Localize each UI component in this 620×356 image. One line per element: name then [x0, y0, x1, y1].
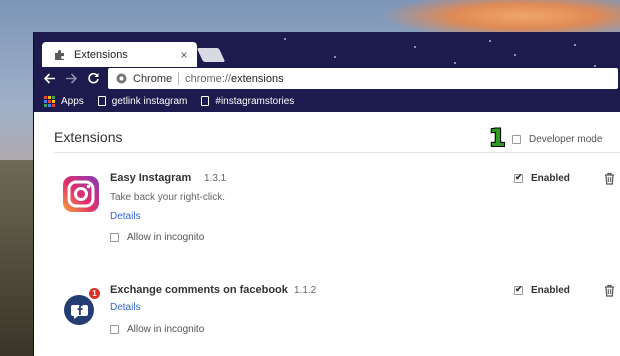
enabled-checkbox[interactable] — [514, 284, 523, 295]
reload-icon — [87, 72, 99, 84]
extension-version: 1.3.1 — [204, 173, 227, 184]
extension-icon: 1 — [62, 287, 101, 328]
back-arrow-icon — [43, 73, 55, 84]
bookmarks-bar: Apps getlink instagram #instagramstories — [34, 92, 620, 110]
bookmark-label: #instagramstories — [215, 95, 295, 107]
tab-title: Extensions — [74, 48, 128, 61]
step-annotation: 1 — [489, 124, 506, 152]
notification-badge: 1 — [88, 287, 101, 300]
developer-mode-toggle[interactable]: Developer mode — [512, 134, 602, 145]
bookmark-instagramstories[interactable]: #instagramstories — [201, 96, 294, 107]
allow-incognito-label: Allow in incognito — [127, 324, 205, 335]
enabled-checkbox[interactable] — [514, 172, 523, 183]
enabled-label: Enabled — [531, 173, 570, 184]
tab-close-icon[interactable]: × — [177, 48, 191, 62]
details-link[interactable]: Details — [110, 211, 141, 222]
allow-incognito-option[interactable]: Allow in incognito — [110, 232, 204, 243]
extension-description: Take back your right-click. — [110, 192, 226, 203]
extension-name: Exchange comments on facebook — [110, 284, 288, 296]
extensions-page: Extensions 1 Developer mode Easy Instagr… — [34, 112, 620, 356]
extension-version: 1.1.2 — [294, 285, 317, 296]
allow-incognito-label: Allow in incognito — [127, 232, 205, 243]
page-title: Extensions — [54, 129, 123, 145]
enabled-label: Enabled — [531, 285, 570, 296]
forward-button[interactable] — [60, 68, 82, 90]
instagram-icon — [63, 176, 99, 212]
forward-arrow-icon — [65, 73, 77, 84]
trash-icon[interactable] — [604, 172, 615, 185]
address-bar[interactable]: Chrome chrome://extensions — [108, 68, 618, 89]
details-link[interactable]: Details — [110, 302, 141, 313]
omnibox-separator — [178, 72, 180, 85]
developer-mode-label: Developer mode — [529, 134, 603, 145]
puzzle-piece-icon — [55, 49, 64, 60]
enabled-toggle[interactable]: Enabled — [514, 172, 570, 184]
toolbar: Chrome chrome://extensions — [34, 67, 620, 90]
omnibox-chip-label: Chrome — [133, 72, 173, 85]
allow-incognito-checkbox[interactable] — [110, 325, 119, 334]
page-icon — [97, 96, 106, 106]
extension-name: Easy Instagram — [110, 172, 192, 184]
enabled-toggle[interactable]: Enabled — [514, 284, 570, 296]
chrome-icon — [116, 73, 127, 84]
apps-grid-icon — [44, 95, 55, 107]
bookmark-label: Apps — [61, 95, 84, 107]
url-path: extensions — [230, 72, 284, 85]
tab-extensions[interactable]: Extensions × — [42, 42, 197, 67]
page-icon — [201, 96, 210, 106]
url-text: chrome://extensions — [185, 73, 283, 85]
allow-incognito-option[interactable]: Allow in incognito — [110, 324, 204, 335]
back-button[interactable] — [38, 68, 60, 90]
trash-icon[interactable] — [604, 284, 615, 297]
reload-button[interactable] — [82, 68, 104, 90]
allow-incognito-checkbox[interactable] — [110, 233, 119, 242]
developer-mode-checkbox[interactable] — [512, 135, 521, 144]
bookmark-label: getlink instagram — [111, 95, 188, 107]
bookmark-apps[interactable]: Apps — [34, 95, 84, 107]
browser-window: Extensions × Chrome chrome://extensions … — [33, 32, 620, 356]
url-scheme: chrome:// — [185, 72, 231, 85]
bookmark-getlink-instagram[interactable]: getlink instagram — [97, 95, 188, 107]
header-divider — [54, 152, 620, 153]
